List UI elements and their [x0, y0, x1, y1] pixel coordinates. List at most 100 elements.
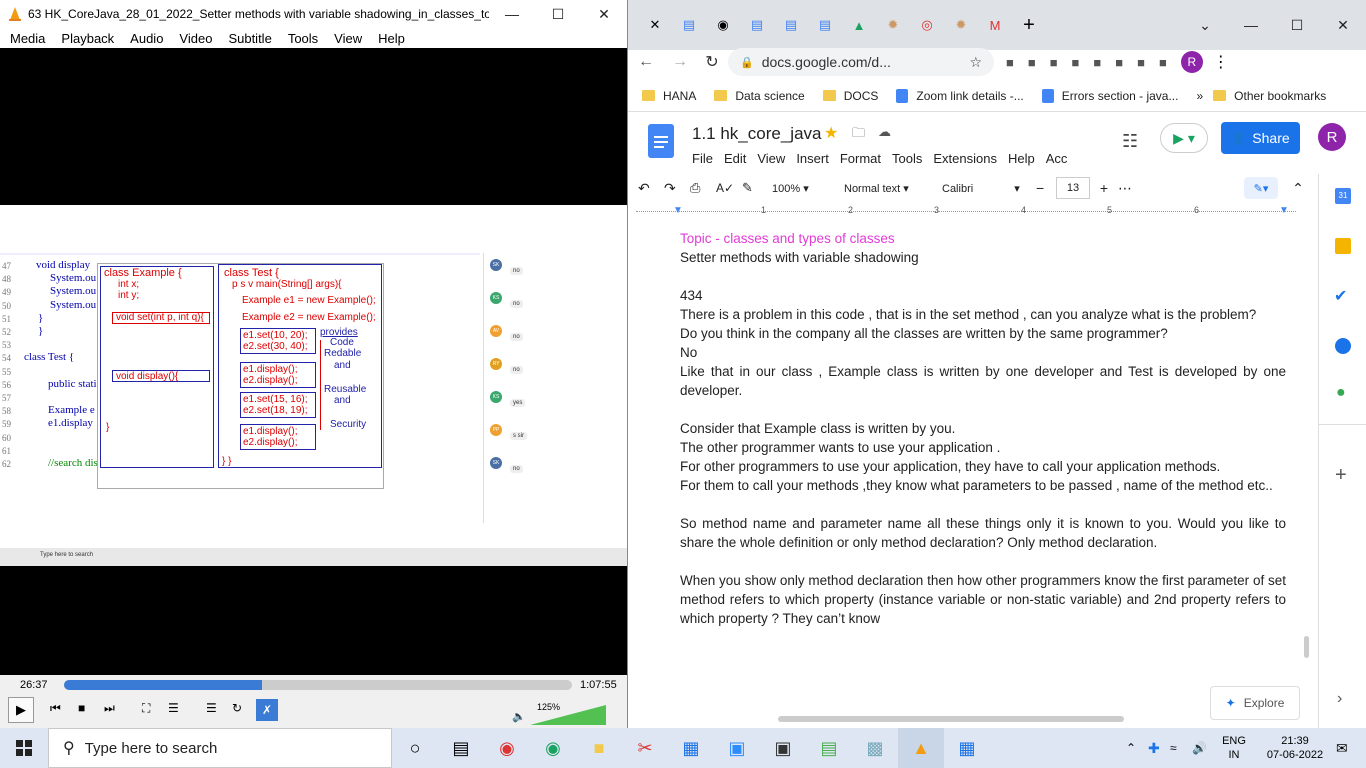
menu-extensions[interactable]: Extensions	[933, 151, 997, 166]
add-icon[interactable]: ✚	[1148, 740, 1170, 757]
menu-insert[interactable]: Insert	[796, 151, 829, 166]
bookmark-hana[interactable]: HANA	[642, 89, 696, 103]
tab-search-icon[interactable]: ⌄	[1182, 11, 1228, 39]
loop-icon[interactable]: ↻	[232, 701, 242, 715]
move-icon[interactable]: 🗀	[852, 124, 865, 146]
extended-settings-icon[interactable]: ☰	[168, 701, 179, 715]
play-button[interactable]: ▶	[8, 697, 34, 723]
tab-site-icon[interactable]: ◎	[915, 13, 939, 37]
language-indicator[interactable]: ENG IN	[1214, 734, 1254, 762]
network-icon[interactable]: ≈	[1170, 741, 1192, 755]
video-area[interactable]: 47 void display 48 System.ou 49 System.ou 50 Sy…	[0, 48, 627, 675]
close-tab-icon[interactable]: ✕	[643, 13, 667, 37]
font-size-input[interactable]: 13	[1056, 177, 1090, 199]
more-options-icon[interactable]: ⋯	[1118, 180, 1148, 197]
tab-docs-icon[interactable]: ▤	[677, 13, 701, 37]
task-view-icon[interactable]: ▤	[438, 728, 484, 768]
menu-playback[interactable]: Playback	[53, 31, 122, 46]
maximize-button[interactable]: ☐	[1274, 11, 1320, 39]
menu-accessibility[interactable]: Acc	[1046, 151, 1068, 166]
profile-avatar[interactable]: R	[1180, 51, 1203, 73]
maximize-button[interactable]: ☐	[535, 0, 581, 28]
chrome-icon[interactable]: ◉	[530, 728, 576, 768]
forward-icon[interactable]: →	[664, 53, 696, 71]
clock[interactable]: 21:39 07-06-2022	[1254, 734, 1336, 762]
menu-help[interactable]: Help	[370, 31, 413, 46]
vertical-scrollbar[interactable]	[1304, 636, 1309, 658]
menu-tools[interactable]: Tools	[892, 151, 922, 166]
show-side-panel-icon[interactable]: ›	[1337, 690, 1342, 708]
volume-slider[interactable]	[530, 705, 606, 725]
tab-site-icon[interactable]: ✹	[949, 13, 973, 37]
menu-format[interactable]: Format	[840, 151, 881, 166]
bookmark-zoom[interactable]: Zoom link details -...	[896, 88, 1024, 103]
maps-icon[interactable]: ●	[1336, 384, 1346, 402]
address-bar[interactable]: 🔒 docs.google.com/d... ☆	[728, 48, 994, 76]
bookmark-errors[interactable]: Errors section - java...	[1041, 88, 1178, 103]
notifications-icon[interactable]: ✉	[1336, 740, 1366, 757]
decrease-font-button[interactable]: −	[1036, 180, 1056, 196]
menu-audio[interactable]: Audio	[122, 31, 171, 46]
bookmark-other[interactable]: Other bookmarks	[1213, 89, 1326, 103]
zoom-icon[interactable]: ▣	[714, 728, 760, 768]
file-explorer-icon[interactable]: ■	[576, 728, 622, 768]
vlc-title-bar[interactable]: 63 HK_CoreJava_28_01_2022_Setter methods…	[0, 0, 627, 28]
tab-site-icon[interactable]: ✹	[881, 13, 905, 37]
menu-tools[interactable]: Tools	[280, 31, 326, 46]
next-icon[interactable]: ⏭	[104, 701, 115, 716]
tasks-icon[interactable]: ✔	[1334, 286, 1347, 306]
show-hidden-icons[interactable]: ⌃	[1126, 741, 1148, 755]
app-icon[interactable]: ▩	[852, 728, 898, 768]
close-button[interactable]: ✕	[1320, 11, 1366, 39]
menu-view[interactable]: View	[326, 31, 370, 46]
new-tab-icon[interactable]: +	[1017, 13, 1041, 37]
hide-menus-icon[interactable]: ⌃	[1278, 180, 1318, 197]
windows-start-icon[interactable]	[0, 728, 48, 768]
print-icon[interactable]: ⎙	[690, 180, 716, 196]
undo-icon[interactable]: ↶	[638, 180, 664, 197]
chrome-menu-icon[interactable]: ⋮	[1213, 52, 1229, 72]
store-icon[interactable]: ▦	[668, 728, 714, 768]
document-body[interactable]: Topic - classes and types of classes Set…	[680, 229, 1286, 628]
paint-format-icon[interactable]: ✎	[742, 180, 772, 196]
style-select[interactable]: Normal text ▾	[832, 182, 932, 195]
tab-drive-icon[interactable]: ▲	[847, 13, 871, 37]
menu-video[interactable]: Video	[171, 31, 220, 46]
share-button[interactable]: 👤 Share	[1221, 122, 1300, 154]
menu-help[interactable]: Help	[1008, 151, 1035, 166]
calendar-icon[interactable]: 31	[1335, 188, 1351, 204]
minimize-button[interactable]: —	[1228, 11, 1274, 39]
zoom-select[interactable]: 100% ▾	[772, 182, 832, 195]
previous-icon[interactable]: ⏮	[50, 701, 61, 716]
fullscreen-icon[interactable]: ⛶	[142, 701, 150, 716]
keep-icon[interactable]	[1335, 238, 1351, 254]
photos-icon[interactable]: ▦	[944, 728, 990, 768]
horizontal-scrollbar[interactable]	[778, 716, 1124, 722]
sticky-notes-icon[interactable]: ▣	[760, 728, 806, 768]
taskbar-search-box[interactable]: ⚲ Type here to search	[48, 728, 392, 768]
tab-docs-icon[interactable]: ▤	[813, 13, 837, 37]
record-app-icon[interactable]: ◉	[484, 728, 530, 768]
extensions-icons[interactable]: ■■■■■■■■	[1006, 55, 1181, 70]
playlist-icon[interactable]: ☰	[206, 701, 217, 715]
menu-subtitle[interactable]: Subtitle	[220, 31, 279, 46]
font-select[interactable]: Calibri ▾	[932, 182, 1036, 195]
minimize-button[interactable]: —	[489, 0, 535, 28]
stop-icon[interactable]: ■	[78, 701, 85, 715]
left-indent-marker[interactable]: ▼	[673, 205, 683, 216]
volume-tray-icon[interactable]: 🔊	[1192, 741, 1214, 755]
tab-gmail-icon[interactable]: M	[983, 13, 1007, 37]
account-avatar[interactable]: R	[1318, 123, 1346, 151]
spellcheck-icon[interactable]: A✓	[716, 181, 742, 195]
bookmark-data-science[interactable]: Data science	[714, 89, 805, 103]
vlc-taskbar-icon[interactable]: ▲	[898, 728, 944, 768]
meet-icon[interactable]: ▶ ▾	[1160, 123, 1208, 153]
back-icon[interactable]: ←	[628, 53, 664, 71]
menu-media[interactable]: Media	[2, 31, 53, 46]
reload-icon[interactable]: ↻	[696, 52, 728, 72]
star-icon[interactable]: ★	[824, 123, 838, 143]
menu-edit[interactable]: Edit	[724, 151, 746, 166]
redo-icon[interactable]: ↷	[664, 180, 690, 197]
contacts-icon[interactable]	[1335, 338, 1351, 354]
editing-mode-icon[interactable]: ✎▾	[1244, 177, 1278, 199]
